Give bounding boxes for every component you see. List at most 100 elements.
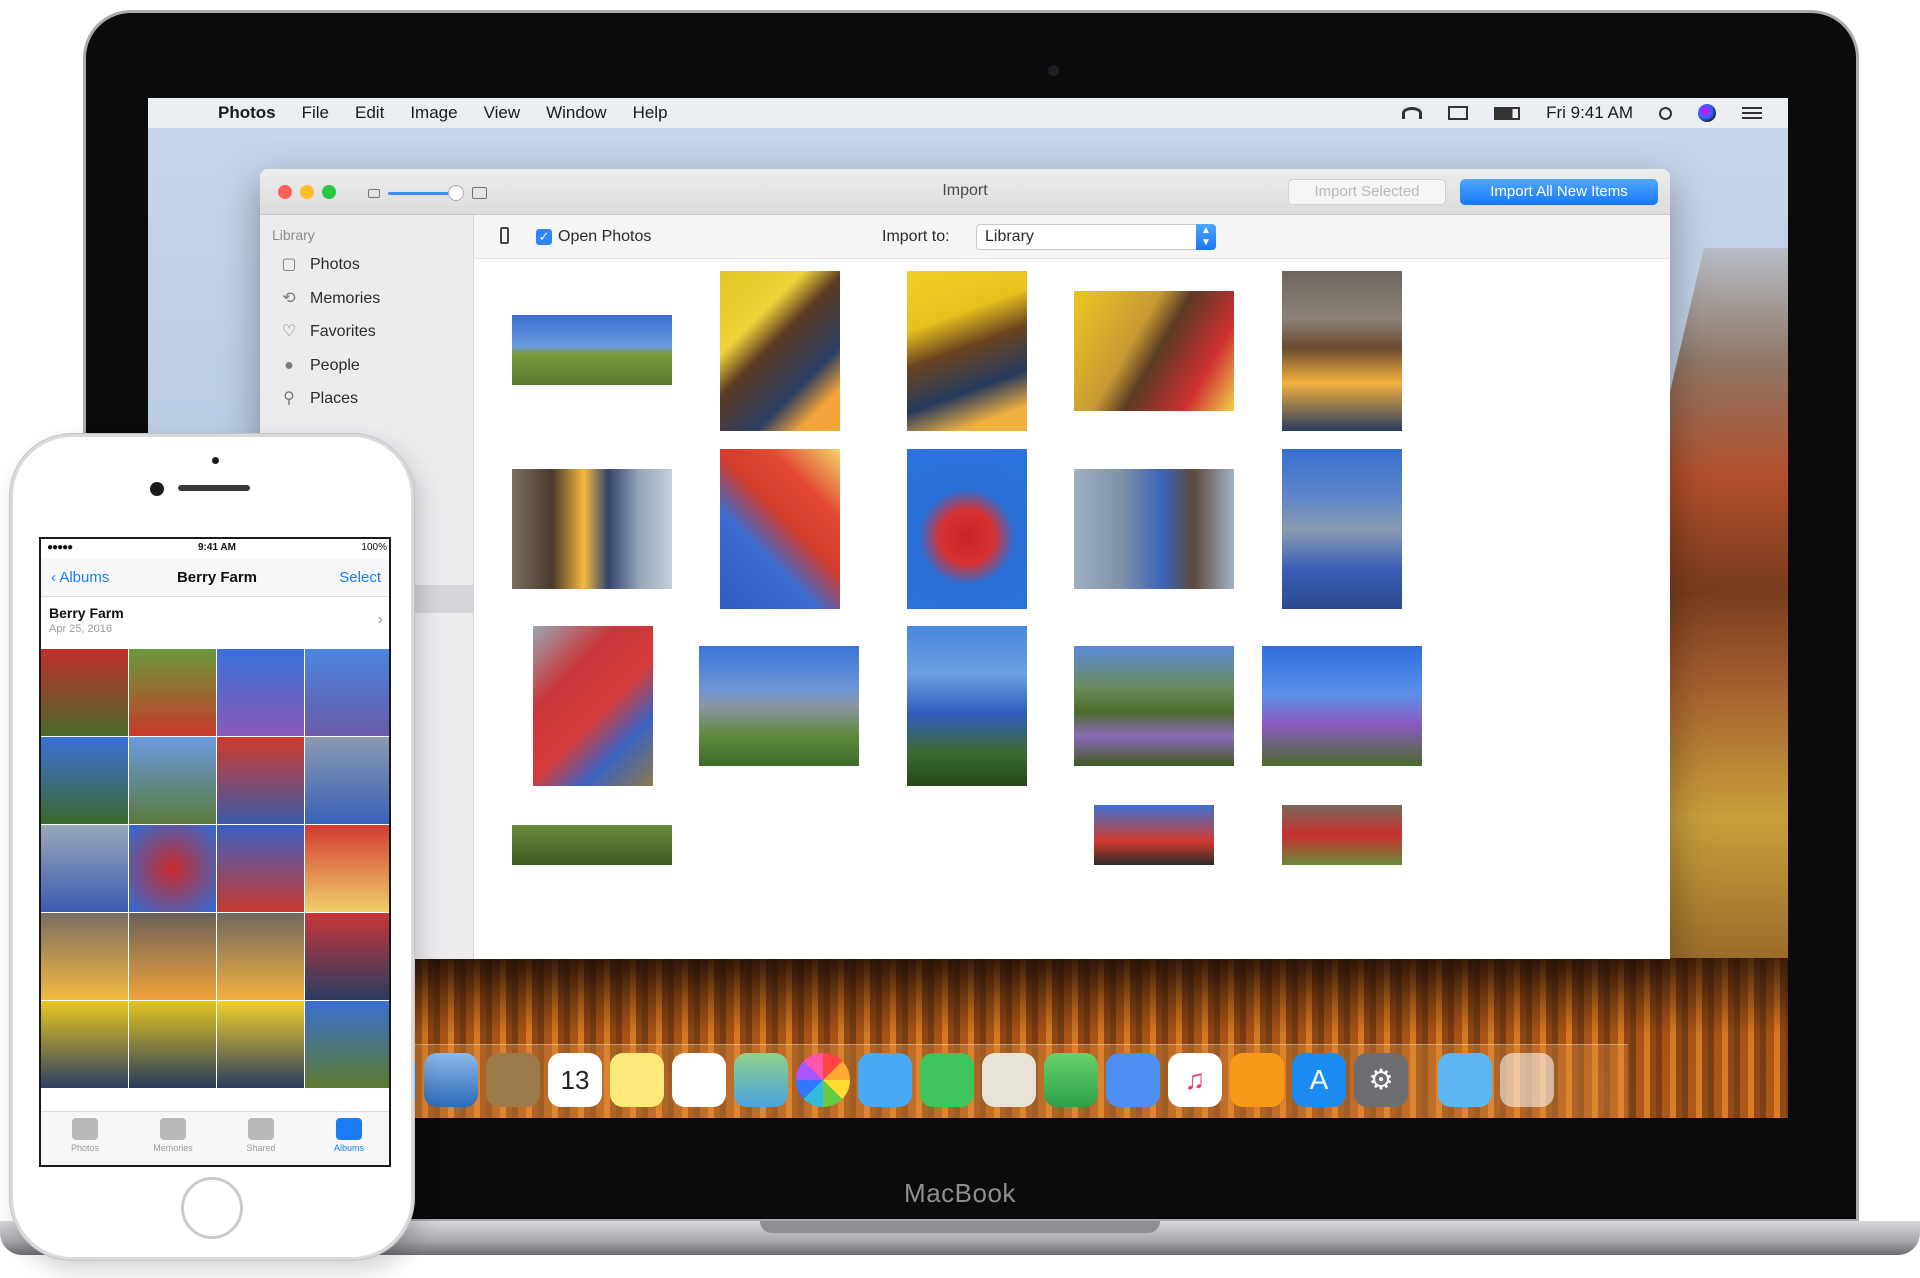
ios-photo-cell[interactable]: [129, 737, 216, 824]
photo-thumbnail[interactable]: [1282, 271, 1402, 431]
photo-thumbnail[interactable]: [512, 825, 672, 865]
spotlight-search-icon[interactable]: [1659, 106, 1672, 120]
sidebar-item-favorites[interactable]: ♡ Favorites: [280, 320, 376, 344]
memories-tab-icon: [160, 1118, 186, 1140]
menu-app-photos[interactable]: Photos: [218, 103, 276, 123]
heart-icon: ♡: [281, 323, 297, 340]
ios-photo-cell[interactable]: [41, 649, 128, 736]
photo-thumbnail[interactable]: [907, 626, 1027, 786]
photo-thumbnail[interactable]: [512, 469, 672, 589]
photos-app-icon[interactable]: [796, 1053, 850, 1107]
menu-file[interactable]: File: [302, 103, 329, 123]
menu-window[interactable]: Window: [546, 103, 606, 123]
ios-photo-cell[interactable]: [129, 913, 216, 1000]
facetime-icon[interactable]: [920, 1053, 974, 1107]
ios-photo-cell[interactable]: [217, 1001, 304, 1088]
select-button[interactable]: Select: [339, 569, 381, 586]
ios-photo-cell[interactable]: [41, 737, 128, 824]
numbers-icon[interactable]: [1044, 1053, 1098, 1107]
tab-shared[interactable]: Shared: [217, 1118, 305, 1153]
photo-thumbnail[interactable]: [720, 271, 840, 431]
sidebar-item-people[interactable]: ● People: [280, 354, 360, 378]
notification-center-icon[interactable]: [1742, 107, 1762, 119]
photo-thumbnail[interactable]: [1074, 646, 1234, 766]
iphone-speaker: [178, 485, 250, 491]
system-preferences-icon[interactable]: ⚙: [1354, 1053, 1408, 1107]
photo-thumbnail[interactable]: [1262, 646, 1422, 766]
trash-icon[interactable]: [1500, 1053, 1554, 1107]
tab-memories[interactable]: Memories: [129, 1118, 217, 1153]
ios-photo-cell[interactable]: [129, 649, 216, 736]
ios-photo-cell[interactable]: [217, 825, 304, 912]
photo-thumbnail[interactable]: [699, 646, 859, 766]
siri-icon[interactable]: [1698, 104, 1716, 122]
photo-thumbnail[interactable]: [907, 271, 1027, 431]
keynote-icon[interactable]: [1106, 1053, 1160, 1107]
ios-photo-cell[interactable]: [41, 825, 128, 912]
reminders-icon[interactable]: [672, 1053, 726, 1107]
sidebar-item-places[interactable]: ⚲ Places: [280, 387, 358, 411]
ios-photo-cell[interactable]: [217, 737, 304, 824]
mail-icon[interactable]: [424, 1053, 478, 1107]
ios-photo-cell[interactable]: [305, 825, 389, 912]
photo-thumbnail[interactable]: [533, 626, 653, 786]
sidebar-item-photos[interactable]: ▢ Photos: [280, 253, 359, 277]
dock: ➚ 13 ♫ A ⚙: [298, 1044, 1628, 1118]
ios-photo-cell[interactable]: [305, 649, 389, 736]
battery-icon[interactable]: [1494, 106, 1521, 120]
menu-edit[interactable]: Edit: [355, 103, 384, 123]
home-button[interactable]: [181, 1177, 243, 1239]
photo-thumbnail[interactable]: [512, 315, 672, 385]
tab-photos[interactable]: Photos: [41, 1118, 129, 1153]
ios-photo-cell[interactable]: [129, 825, 216, 912]
import-selected-button[interactable]: Import Selected: [1288, 179, 1446, 205]
import-all-button[interactable]: Import All New Items: [1460, 179, 1658, 205]
pages-icon[interactable]: [982, 1053, 1036, 1107]
downloads-folder-icon[interactable]: [1438, 1053, 1492, 1107]
photo-thumbnail[interactable]: [1074, 291, 1234, 411]
photos-icon: ▢: [281, 256, 297, 273]
messages-icon[interactable]: [858, 1053, 912, 1107]
photo-thumbnail[interactable]: [1094, 805, 1214, 865]
ios-photo-cell[interactable]: [217, 649, 304, 736]
menu-view[interactable]: View: [484, 103, 521, 123]
pin-icon: ⚲: [283, 390, 295, 407]
menu-image[interactable]: Image: [410, 103, 457, 123]
ios-photo-cell[interactable]: [41, 913, 128, 1000]
notes-icon[interactable]: [610, 1053, 664, 1107]
ios-photo-cell[interactable]: [129, 1001, 216, 1088]
airplay-icon[interactable]: [1448, 106, 1469, 120]
photo-thumbnail[interactable]: [907, 449, 1027, 609]
open-photos-checkbox[interactable]: ✓: [536, 229, 552, 245]
ios-photo-cell[interactable]: [305, 913, 389, 1000]
album-header[interactable]: Berry Farm Apr 25, 2016 ›: [41, 597, 389, 649]
import-to-select[interactable]: Library ▲ ▼: [976, 224, 1216, 250]
ios-photo-cell[interactable]: [305, 737, 389, 824]
itunes-icon[interactable]: ♫: [1168, 1053, 1222, 1107]
menu-bar: Photos File Edit Image View Window Help …: [148, 98, 1788, 128]
photo-thumbnail[interactable]: [1282, 449, 1402, 609]
macbook-notch: [760, 1221, 1160, 1233]
ios-photo-cell[interactable]: [305, 1001, 389, 1088]
sidebar-item-memories[interactable]: ⟲ Memories: [280, 287, 380, 311]
photos-tab-icon: [72, 1118, 98, 1140]
tab-albums[interactable]: Albums: [305, 1118, 389, 1153]
photo-thumbnail[interactable]: [720, 449, 840, 609]
import-window: Import Import Selected Import All New It…: [260, 169, 1670, 959]
memories-icon: ⟲: [282, 290, 296, 307]
open-photos-label: Open Photos: [558, 228, 652, 245]
ios-photo-cell[interactable]: [41, 1001, 128, 1088]
contacts-icon[interactable]: [486, 1053, 540, 1107]
ibooks-icon[interactable]: [1230, 1053, 1284, 1107]
ios-photo-cell[interactable]: [217, 913, 304, 1000]
wifi-icon[interactable]: [1402, 107, 1423, 119]
photo-thumbnail[interactable]: [1074, 469, 1234, 589]
calendar-icon[interactable]: 13: [548, 1053, 602, 1107]
app-store-icon[interactable]: A: [1292, 1053, 1346, 1107]
menu-clock[interactable]: Fri 9:41 AM: [1546, 103, 1633, 123]
maps-icon[interactable]: [734, 1053, 788, 1107]
photo-thumbnail[interactable]: [1282, 805, 1402, 865]
wallpaper-mountain: [1668, 248, 1788, 1008]
window-title: Import: [942, 182, 988, 199]
menu-help[interactable]: Help: [633, 103, 668, 123]
